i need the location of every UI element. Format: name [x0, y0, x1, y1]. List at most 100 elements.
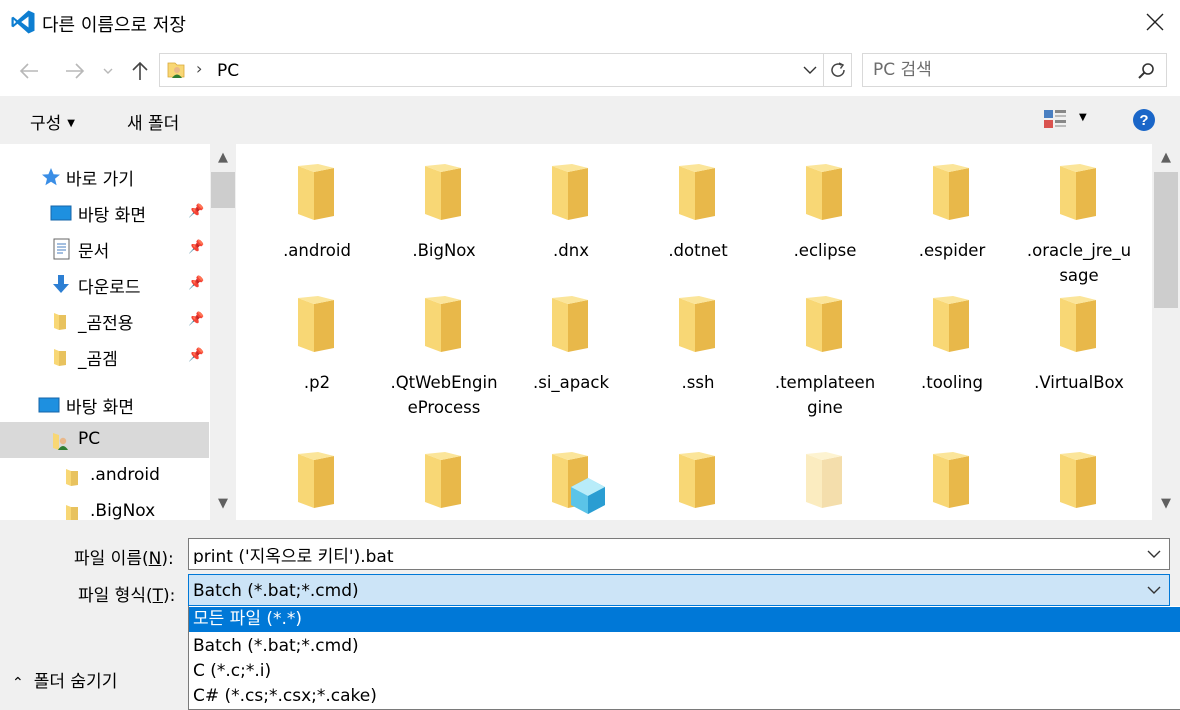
vscode-icon: [11, 10, 35, 34]
pin-icon[interactable]: 📌: [188, 204, 204, 219]
folder-item[interactable]: [897, 450, 1007, 510]
caret-down-icon[interactable]: ▼: [1079, 112, 1087, 123]
scroll-down-icon[interactable]: ▼: [1157, 496, 1175, 514]
up-button[interactable]: [127, 58, 153, 84]
scroll-down-icon[interactable]: ▼: [214, 496, 232, 514]
hide-folders-label: 폴더 숨기기: [33, 672, 118, 692]
nav-item-android[interactable]: .android: [0, 458, 209, 494]
search-box[interactable]: [862, 53, 1167, 87]
desktop-icon: [50, 205, 72, 221]
file-list: .android .BigNox .dnx .dotnet .eclipse .…: [236, 144, 1152, 520]
filetype-value: Batch (*.bat;*.cmd): [193, 581, 359, 601]
folder-name: .templateengine: [774, 373, 876, 417]
folder-item[interactable]: [389, 450, 499, 510]
refresh-icon: [830, 62, 845, 77]
forward-button[interactable]: [62, 58, 88, 84]
scrollbar-thumb[interactable]: [1154, 172, 1178, 308]
pin-icon[interactable]: 📌: [188, 240, 204, 255]
folder-item[interactable]: .si_apack: [516, 294, 626, 395]
folder-item[interactable]: .BigNox: [389, 162, 499, 263]
pin-icon[interactable]: 📌: [188, 276, 204, 291]
filetype-option[interactable]: 모든 파일 (*.*): [189, 607, 1180, 632]
nav-item-desktop-pinned[interactable]: 바탕 화면 📌: [0, 194, 209, 230]
filename-input[interactable]: [193, 544, 1123, 564]
folder-name: .eclipse: [793, 241, 857, 260]
folder-name: .dnx: [553, 241, 589, 260]
folder-icon: [298, 164, 334, 220]
folder-icon: [54, 313, 66, 330]
refresh-button[interactable]: [823, 54, 851, 86]
folder-item[interactable]: [1024, 450, 1134, 510]
folder-icon: [54, 349, 66, 366]
nav-item-folder-gom-only[interactable]: _곰전용 📌: [0, 302, 209, 338]
navigation-pane: 바로 가기 바탕 화면 📌 문서 📌 다운로드 📌 _곰전용 📌 _곰겜 📌 바…: [0, 144, 210, 520]
nav-quick-access[interactable]: 바로 가기: [0, 158, 209, 194]
view-options-icon[interactable]: [1043, 108, 1067, 130]
filetype-option[interactable]: C# (*.cs;*.csx;*.cake): [189, 684, 1180, 709]
recent-locations-button[interactable]: [98, 58, 118, 84]
folder-item[interactable]: .eclipse: [770, 162, 880, 263]
hide-folders-button[interactable]: ⌃ 폴더 숨기기: [12, 667, 117, 692]
nav-label: .BigNox: [90, 501, 156, 520]
address-bar[interactable]: › PC: [159, 53, 852, 87]
folder-item[interactable]: .templateengine: [770, 294, 880, 420]
folder-icon: [806, 296, 842, 352]
folder-item[interactable]: [643, 450, 753, 510]
folder-item[interactable]: .dnx: [516, 162, 626, 263]
nav-item-downloads[interactable]: 다운로드 📌: [0, 266, 209, 302]
close-button[interactable]: [1130, 0, 1180, 44]
scrollbar-thumb[interactable]: [211, 172, 235, 208]
chevron-down-icon[interactable]: [801, 61, 819, 79]
pin-icon[interactable]: 📌: [188, 348, 204, 363]
scroll-up-icon[interactable]: ▲: [214, 150, 232, 168]
folder-icon: [679, 296, 715, 352]
folder-item[interactable]: .ssh: [643, 294, 753, 395]
caret-down-icon: ▼: [67, 118, 75, 129]
filename-accel-key: N: [148, 549, 162, 569]
organize-button[interactable]: 구성 ▼: [30, 109, 75, 134]
scroll-up-icon[interactable]: ▲: [1157, 150, 1175, 168]
folder-item[interactable]: [516, 450, 626, 514]
filetype-select[interactable]: Batch (*.bat;*.cmd): [188, 574, 1170, 606]
nav-label: 다운로드: [78, 278, 141, 298]
nav-item-desktop[interactable]: 바탕 화면: [0, 386, 209, 422]
search-input[interactable]: [873, 60, 1123, 80]
breadcrumb-separator: ›: [196, 59, 203, 78]
folder-item[interactable]: .tooling: [897, 294, 1007, 395]
folder-item[interactable]: .oracle_jre_usage: [1024, 162, 1134, 288]
nav-item-bignox[interactable]: .BigNox: [0, 494, 209, 520]
search-icon[interactable]: [1136, 61, 1156, 81]
nav-label: PC: [78, 429, 101, 449]
folder-item[interactable]: .VirtualBox: [1024, 294, 1134, 395]
filetype-label-text: 파일 형식(: [78, 586, 153, 606]
help-icon[interactable]: ?: [1132, 108, 1156, 132]
new-folder-button[interactable]: 새 폴더: [127, 109, 179, 134]
folder-item[interactable]: .p2: [262, 294, 372, 395]
nav-item-folder-gom-games[interactable]: _곰겜 📌: [0, 338, 209, 374]
folder-icon: [679, 164, 715, 220]
filetype-option[interactable]: Batch (*.bat;*.cmd): [189, 634, 1180, 659]
folder-item[interactable]: [262, 450, 372, 510]
breadcrumb-pc[interactable]: PC: [217, 61, 239, 81]
back-button[interactable]: [16, 58, 42, 84]
filetype-dropdown-list: 모든 파일 (*.*) Batch (*.bat;*.cmd) C (*.c;*…: [188, 606, 1180, 710]
folder-item[interactable]: .android: [262, 162, 372, 263]
nav-item-pc[interactable]: PC: [0, 422, 209, 458]
chevron-up-icon: ⌃: [12, 675, 24, 691]
chevron-down-icon[interactable]: [1145, 545, 1163, 563]
chevron-down-icon[interactable]: [1145, 581, 1163, 599]
nav-item-documents[interactable]: 문서 📌: [0, 230, 209, 266]
folder-item[interactable]: .QtWebEngineProcess: [389, 294, 499, 420]
nav-label: .android: [90, 465, 160, 485]
pin-icon[interactable]: 📌: [188, 312, 204, 327]
chevron-down-icon: [103, 68, 113, 74]
folder-icon: [66, 469, 78, 486]
folder-item[interactable]: .dotnet: [643, 162, 753, 263]
folder-item[interactable]: [770, 450, 880, 510]
filename-combobox[interactable]: [188, 538, 1170, 570]
filetype-option[interactable]: C (*.c;*.i): [189, 659, 1180, 684]
nav-scrollbar[interactable]: ▲ ▼: [210, 144, 236, 520]
file-scrollbar[interactable]: ▲ ▼: [1152, 144, 1180, 520]
folder-icon: [806, 164, 842, 220]
folder-item[interactable]: .espider: [897, 162, 1007, 263]
